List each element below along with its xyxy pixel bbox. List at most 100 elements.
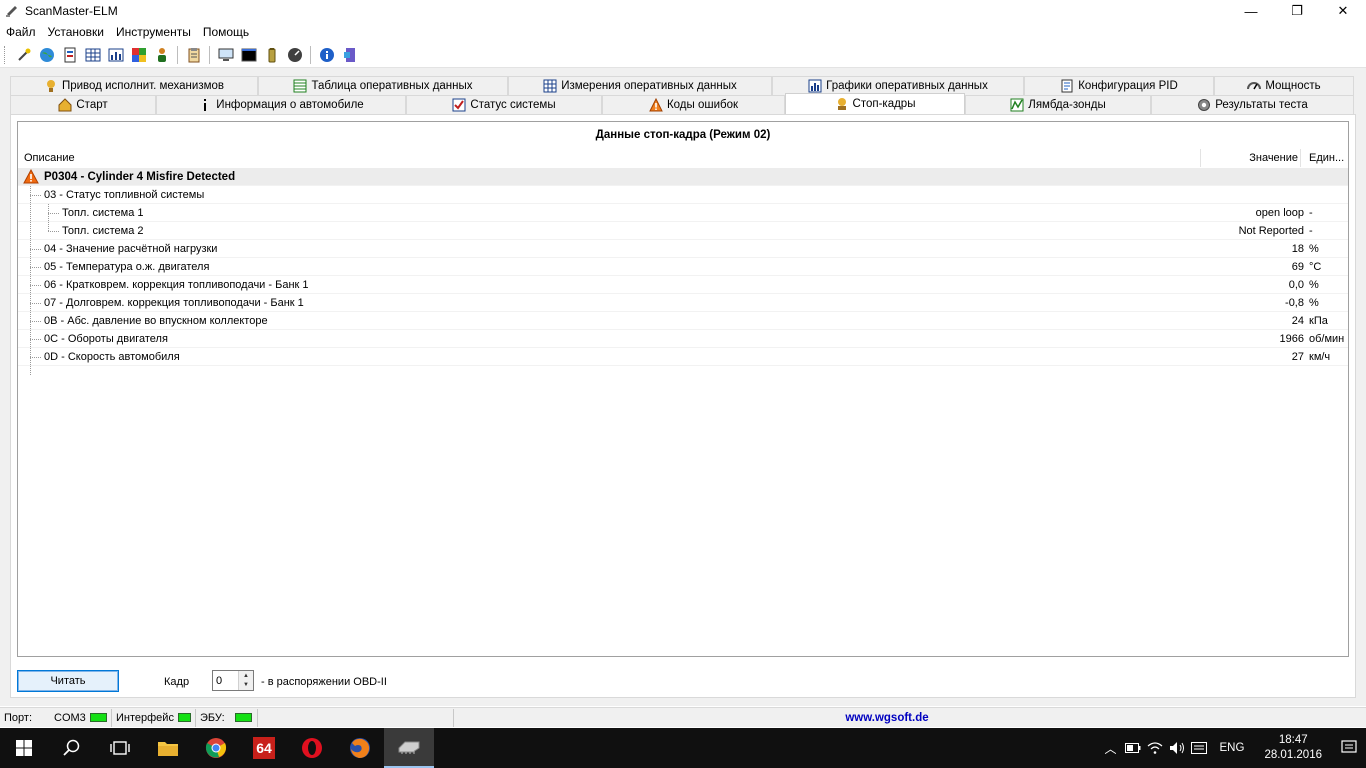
tree-connector (30, 267, 41, 268)
menu-settings[interactable]: Установки (42, 25, 110, 39)
table-icon[interactable] (83, 45, 103, 65)
file-explorer-icon[interactable] (144, 728, 192, 768)
website-link[interactable]: www.wgsoft.de (454, 709, 1366, 727)
palette-icon[interactable] (129, 45, 149, 65)
tab-label: Информация о автомобиле (216, 99, 364, 111)
table-row[interactable]: 04 - Значение расчётной нагрузки 18 % (18, 240, 1348, 258)
status-ecu: ЭБУ: (196, 708, 258, 727)
tab-live-data-measure[interactable]: Измерения оперативных данных (508, 76, 772, 95)
monitor-icon[interactable] (216, 45, 236, 65)
chevron-up-icon[interactable]: ︿ (1100, 728, 1122, 768)
tab-start[interactable]: Старт (10, 95, 156, 114)
exit-door-icon[interactable] (340, 45, 360, 65)
chart-icon (808, 79, 822, 93)
tab-vehicle-info[interactable]: Информация о автомобиле (156, 95, 406, 114)
gauge-icon[interactable] (285, 45, 305, 65)
row-unit: % (1309, 242, 1319, 255)
menu-help[interactable]: Помощь (197, 25, 255, 39)
restore-button[interactable]: ❐ (1274, 0, 1320, 22)
column-divider[interactable] (1200, 149, 1201, 167)
tab-power[interactable]: Мощность (1214, 76, 1354, 95)
tab-label: Графики оперативных данных (826, 80, 988, 92)
close-button[interactable]: ✕ (1320, 0, 1366, 22)
tab-freeze-frames[interactable]: Стоп-кадры (785, 93, 965, 114)
task-view-icon[interactable] (96, 728, 144, 768)
clipboard-icon[interactable] (184, 45, 204, 65)
connect-icon[interactable] (14, 45, 34, 65)
terminal-icon[interactable] (239, 45, 259, 65)
firefox-icon[interactable] (336, 728, 384, 768)
tab-actuators[interactable]: Привод исполнит. механизмов (10, 76, 258, 95)
frame-suffix: - в распоряжении OBD-II (261, 676, 387, 688)
dtc-row[interactable]: P0304 - Cylinder 4 Misfire Detected (18, 168, 1348, 186)
stepper-down-icon[interactable]: ▼ (239, 680, 253, 690)
column-divider[interactable] (1300, 149, 1301, 167)
window-title: ScanMaster-ELM (25, 4, 118, 18)
minimize-button[interactable]: — (1228, 0, 1274, 22)
tab-test-results[interactable]: Результаты теста (1151, 95, 1354, 114)
clock[interactable]: 18:47 28.01.2016 (1254, 733, 1332, 763)
tab-label: Результаты теста (1215, 99, 1308, 111)
wifi-icon[interactable] (1144, 728, 1166, 768)
ecu-led-icon (234, 713, 252, 722)
input-language[interactable]: ENG (1210, 742, 1255, 754)
read-button[interactable]: Читать (17, 670, 119, 692)
opera-icon[interactable] (288, 728, 336, 768)
notifications-icon[interactable] (1332, 728, 1366, 768)
document-icon[interactable] (60, 45, 80, 65)
tab-system-status[interactable]: Статус системы (406, 95, 602, 114)
table-row[interactable]: 0C - Обороты двигателя 1966 об/мин (18, 330, 1348, 348)
tree-connector (30, 195, 41, 196)
battery-icon[interactable] (262, 45, 282, 65)
taskbar: 64 ︿ ENG 18:47 28.01.2016 (0, 728, 1366, 768)
tree-connector (30, 249, 41, 250)
power-icon (1247, 79, 1262, 93)
table-row[interactable]: 0D - Скорость автомобиля 27 км/ч (18, 348, 1348, 366)
volume-icon[interactable] (1166, 728, 1188, 768)
actuator-icon (44, 79, 58, 93)
person-icon[interactable] (152, 45, 172, 65)
battery-icon[interactable] (1122, 728, 1144, 768)
chrome-icon[interactable] (192, 728, 240, 768)
tab-live-data-table[interactable]: Таблица оперативных данных (258, 76, 508, 95)
freeze-frame-panel: Данные стоп-кадра (Режим 02) Описание Зн… (10, 114, 1356, 698)
row-value: 27 (1291, 350, 1304, 363)
globe-icon[interactable] (37, 45, 57, 65)
table-row[interactable]: 07 - Долговрем. коррекция топливоподачи … (18, 294, 1348, 312)
freeze-frame-icon (835, 97, 849, 111)
windows-start-icon[interactable] (0, 728, 48, 768)
tree-connector (30, 357, 41, 358)
lambda-icon (1010, 98, 1024, 112)
menu-file[interactable]: Файл (0, 25, 42, 39)
table-icon (293, 79, 307, 93)
menu-tools[interactable]: Инструменты (110, 25, 197, 39)
system-tray: ︿ ENG 18:47 28.01.2016 (1100, 728, 1366, 768)
aida64-icon[interactable]: 64 (240, 728, 288, 768)
table-row[interactable]: 03 - Статус топливной системы (18, 186, 1348, 204)
info-icon[interactable] (317, 45, 337, 65)
table-row[interactable]: Топл. система 2 Not Reported - (18, 222, 1348, 240)
freeze-frame-grid[interactable]: Данные стоп-кадра (Режим 02) Описание Зн… (17, 121, 1349, 657)
tab-trouble-codes[interactable]: Коды ошибок (602, 95, 785, 114)
table-row[interactable]: Топл. система 1 open loop - (18, 204, 1348, 222)
bar-chart-icon[interactable] (106, 45, 126, 65)
table-row[interactable]: 06 - Кратковрем. коррекция топливоподачи… (18, 276, 1348, 294)
column-header-description[interactable]: Описание (24, 152, 75, 164)
search-icon[interactable] (48, 728, 96, 768)
column-header-unit[interactable]: Един... (1309, 152, 1344, 164)
status-interface: Интерфейс (112, 708, 196, 727)
tab-oxygen-sensors[interactable]: Лямбда-зонды (965, 95, 1151, 114)
column-header-value[interactable]: Значение (1249, 152, 1298, 164)
row-value: 18 (1291, 242, 1304, 255)
table-row[interactable]: 05 - Температура о.ж. двигателя 69 °C (18, 258, 1348, 276)
keyboard-icon[interactable] (1188, 728, 1210, 768)
frame-stepper[interactable]: 0 ▲ ▼ (212, 670, 254, 691)
tab-pid-config[interactable]: Конфигурация PID (1024, 76, 1214, 95)
table-row[interactable]: 0B - Абс. давление во впускном коллектор… (18, 312, 1348, 330)
scanmaster-taskbar-icon[interactable] (384, 728, 434, 768)
frame-label: Кадр (164, 676, 190, 688)
stepper-up-icon[interactable]: ▲ (239, 671, 253, 681)
frame-value[interactable]: 0 (213, 671, 238, 690)
interface-led-icon (177, 713, 191, 722)
row-description: 05 - Температура о.ж. двигателя (44, 260, 210, 273)
